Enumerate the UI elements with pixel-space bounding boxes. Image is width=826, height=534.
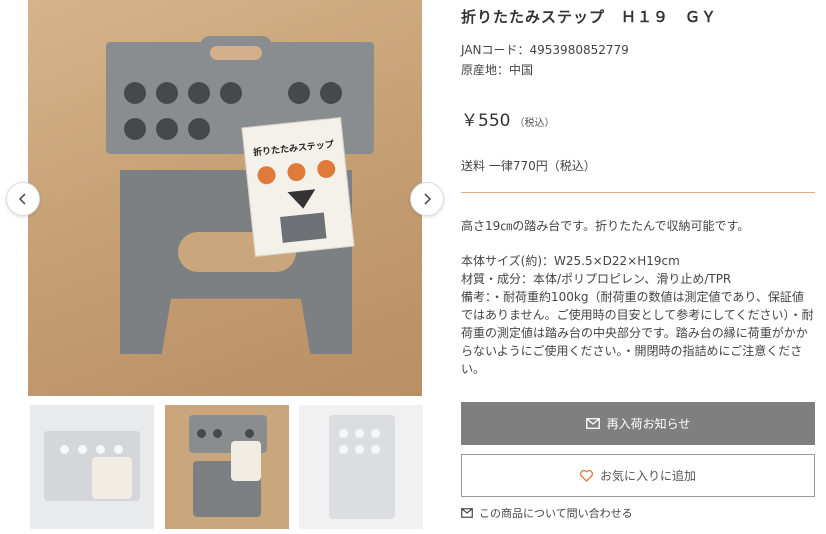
- thumb-dot: [355, 429, 364, 438]
- thumb-label: [92, 457, 132, 499]
- thumb-dot: [60, 445, 69, 454]
- chevron-left-icon: [18, 193, 26, 205]
- restock-notify-button[interactable]: 再入荷お知らせ: [461, 402, 815, 445]
- price-amount: ￥550: [461, 111, 511, 131]
- thumb-dot: [371, 445, 380, 454]
- label-badge: [286, 162, 307, 182]
- spec-material: 材質・成分：本体/ポリプロピレン、滑り止め/TPR: [461, 272, 732, 286]
- thumb-dot: [96, 445, 105, 454]
- mail-icon: [461, 508, 473, 518]
- spec-size: 本体サイズ(約)：W25.5×D22×H19cm: [461, 254, 680, 268]
- main-product-image[interactable]: 折りたたみステップ: [28, 0, 422, 396]
- thumb-dot: [114, 445, 123, 454]
- thumb-dot: [339, 429, 348, 438]
- heart-icon: [580, 469, 593, 482]
- divider: [461, 192, 815, 193]
- gallery-prev-button[interactable]: [6, 182, 40, 216]
- spec-note: 備考：・耐荷重約100kg（耐荷重の数値は測定値であり、保証値ではありません。ご…: [461, 290, 814, 376]
- stool-dot: [220, 82, 242, 104]
- restock-notify-label: 再入荷お知らせ: [606, 417, 691, 431]
- stool-handle-hole: [210, 46, 262, 60]
- thumb-dot: [371, 429, 380, 438]
- product-title: 折りたたみステップ Ｈ１９ ＧＹ: [461, 8, 718, 26]
- label-card-title: 折りたたみステップ: [252, 140, 335, 159]
- price-block: ￥550 （税込）: [461, 106, 554, 131]
- label-badge: [316, 159, 337, 179]
- stool-dot: [188, 118, 210, 140]
- product-label-card: 折りたたみステップ: [241, 117, 355, 257]
- add-to-favorites-button[interactable]: お気に入りに追加: [461, 454, 815, 497]
- gallery-next-button[interactable]: [410, 182, 444, 216]
- mail-icon: [585, 418, 600, 429]
- product-inquiry-label: この商品について問い合わせる: [479, 507, 633, 520]
- thumbnail-2[interactable]: [165, 405, 289, 529]
- thumbnail-strip: [30, 405, 423, 529]
- stool-dot: [288, 82, 310, 104]
- chevron-right-icon: [424, 193, 432, 205]
- label-badge: [256, 165, 277, 186]
- label-arrow: [287, 189, 318, 211]
- thumb-dot: [78, 445, 87, 454]
- label-stool-image: [280, 212, 327, 243]
- thumb-dot: [213, 429, 222, 438]
- country-of-origin: 原産地：中国: [461, 63, 534, 77]
- jan-code: JANコード：4953980852779: [461, 43, 629, 57]
- stool-dot: [320, 82, 342, 104]
- stool-dot: [188, 82, 210, 104]
- stool-dot: [124, 82, 146, 104]
- thumb-dot: [245, 429, 254, 438]
- tax-note: （税込）: [514, 118, 555, 129]
- thumb-dot: [197, 429, 206, 438]
- shipping-fee: 送料 一律770円（税込）: [461, 159, 596, 173]
- thumbnail-1[interactable]: [30, 405, 154, 529]
- thumbnail-3[interactable]: [299, 405, 423, 529]
- description-intro: 高さ19㎝の踏み台です。折りたたんで収納可能です。: [461, 219, 750, 233]
- product-specs: 本体サイズ(約)：W25.5×D22×H19cm 材質・成分：本体/ポリプロピレ…: [461, 252, 815, 378]
- product-inquiry-link[interactable]: この商品について問い合わせる: [461, 505, 633, 521]
- thumb-label: [231, 441, 261, 481]
- thumb-dot: [355, 445, 364, 454]
- add-to-favorites-label: お気に入りに追加: [599, 469, 696, 483]
- thumb-dot: [339, 445, 348, 454]
- stool-dot: [124, 118, 146, 140]
- stool-dot: [156, 82, 178, 104]
- stool-dot: [156, 118, 178, 140]
